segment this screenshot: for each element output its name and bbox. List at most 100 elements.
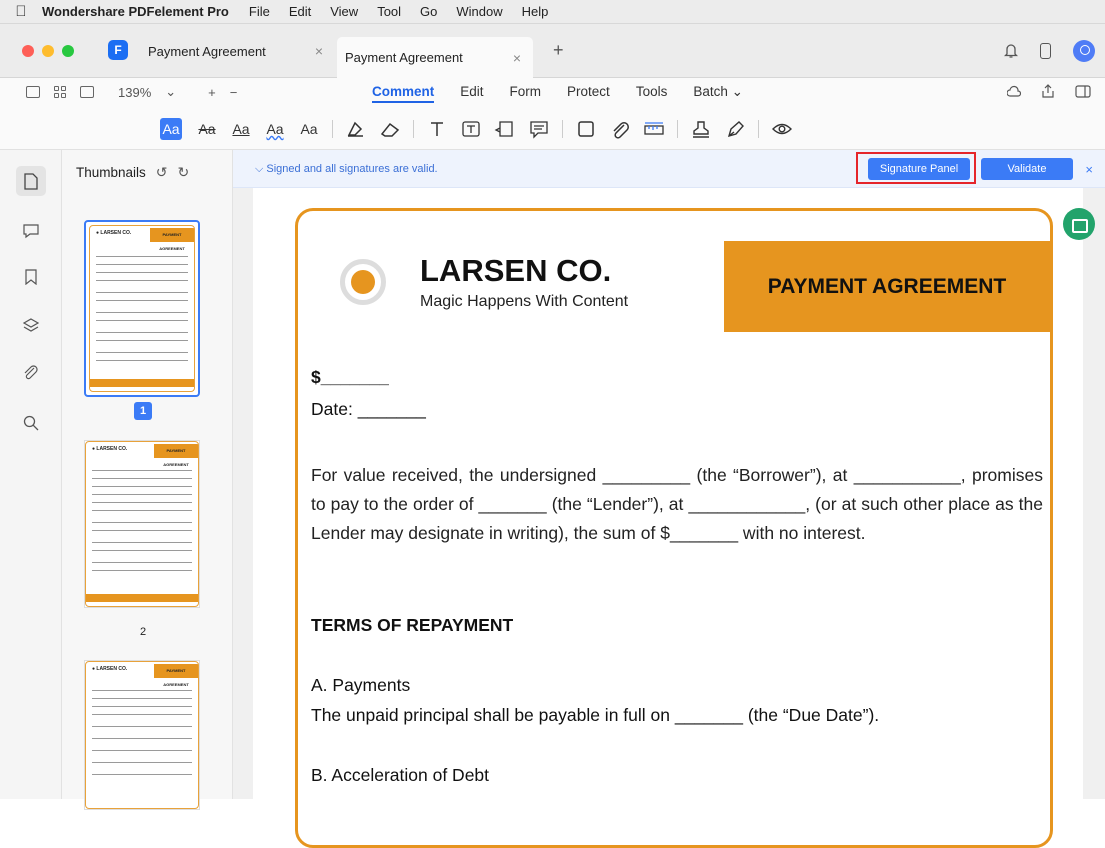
thumbnails-title: Thumbnails — [76, 165, 146, 180]
text-box-icon[interactable] — [420, 116, 454, 142]
page-number-1[interactable]: 1 — [134, 402, 152, 420]
text-field-icon[interactable] — [454, 116, 488, 142]
menu-help[interactable]: Help — [522, 4, 549, 19]
eye-icon[interactable] — [765, 116, 799, 142]
cloud-icon[interactable] — [1007, 85, 1021, 98]
grid-view-icon[interactable] — [54, 86, 66, 98]
company-logo-icon — [340, 259, 386, 305]
signature-status-message[interactable]: ⌵ Signed and all signatures are valid. — [255, 163, 438, 176]
close-tab-icon[interactable]: × — [513, 50, 521, 66]
tab-payment-agreement-2[interactable]: Payment Agreement × — [337, 37, 533, 78]
squiggly-tool[interactable]: Aa — [258, 116, 292, 142]
zoom-out-button[interactable]: − — [230, 85, 238, 100]
page-thumbnail-2[interactable]: ● LARSEN CO. PAYMENT AGREEMENT — [84, 440, 200, 608]
layers-icon[interactable] — [22, 316, 40, 334]
search-icon[interactable] — [22, 414, 40, 432]
tab-label: Payment Agreement — [345, 50, 463, 65]
left-icon-strip — [0, 150, 62, 799]
device-icon[interactable] — [1040, 43, 1051, 59]
menu-window[interactable]: Window — [456, 4, 502, 19]
agreement-paragraph: For value received, the undersigned ____… — [311, 465, 1043, 543]
tab-protect[interactable]: Protect — [567, 84, 610, 103]
tab-payment-agreement-1[interactable]: Payment Agreement × — [140, 37, 335, 65]
menu-tool[interactable]: Tool — [377, 4, 401, 19]
thumbnails-header: Thumbnails ↺ ↻ — [76, 164, 189, 181]
menu-view[interactable]: View — [330, 4, 358, 19]
pen-icon[interactable] — [718, 116, 752, 142]
rotate-right-icon[interactable]: ↻ — [178, 164, 190, 181]
right-panel-icon[interactable] — [1075, 84, 1091, 98]
measure-icon[interactable] — [637, 116, 671, 142]
rotate-left-icon[interactable]: ↺ — [156, 164, 168, 181]
toolbar-right-icons — [1007, 84, 1091, 98]
validate-button[interactable]: Validate — [981, 158, 1073, 180]
eraser-icon[interactable] — [373, 116, 407, 142]
date-line: Date: _______ — [311, 399, 426, 419]
main-tabs: Comment Edit Form Protect Tools Batch ⌄ — [372, 84, 743, 103]
pdfelement-logo-icon: F — [108, 40, 128, 60]
menu-go[interactable]: Go — [420, 4, 437, 19]
page-thumbnail-3[interactable]: ● LARSEN CO. PAYMENT AGREEMENT — [84, 660, 200, 810]
document-frame: LARSEN CO. Magic Happens With Content PA… — [295, 208, 1053, 848]
divider — [677, 120, 678, 138]
window-controls — [22, 45, 74, 57]
thumbnail-badge: PAYMENT AGREEMENT — [150, 228, 194, 251]
top-right-icons — [1004, 40, 1095, 62]
comments-panel-icon[interactable] — [22, 222, 40, 240]
apple-icon[interactable]:  — [0, 3, 42, 20]
close-window-button[interactable] — [22, 45, 34, 57]
thumbnails-panel-icon[interactable] — [16, 166, 46, 196]
tab-tools[interactable]: Tools — [636, 84, 668, 103]
zoom-level[interactable]: 139% — [118, 85, 151, 100]
app-name[interactable]: Wondershare PDFelement Pro — [42, 4, 229, 19]
thumbnails-panel: Thumbnails ↺ ↻ ● LARSEN CO. PAYMENT AGRE… — [62, 150, 233, 810]
company-name: LARSEN CO. — [420, 253, 612, 288]
comment-tools: Aa Aa Aa Aa Aa — [160, 116, 799, 142]
tab-comment[interactable]: Comment — [372, 84, 435, 103]
tab-form[interactable]: Form — [510, 84, 542, 103]
company-tagline: Magic Happens With Content — [420, 293, 629, 310]
highlight-text-tool[interactable]: Aa — [160, 118, 182, 140]
minimize-window-button[interactable] — [42, 45, 54, 57]
sidebar-toggle-icon[interactable] — [26, 86, 40, 98]
highlighter-icon[interactable] — [339, 116, 373, 142]
divider — [413, 120, 414, 138]
page-view-icon[interactable] — [80, 86, 94, 98]
payments-text: The unpaid principal shall be payable in… — [311, 705, 880, 725]
underline-tool[interactable]: Aa — [224, 116, 258, 142]
share-icon[interactable] — [1041, 84, 1055, 98]
zoom-window-button[interactable] — [62, 45, 74, 57]
zoom-dropdown-icon[interactable]: ⌄ — [165, 84, 176, 100]
tab-edit[interactable]: Edit — [460, 84, 483, 103]
signature-panel-highlight — [856, 152, 976, 184]
callout-icon[interactable] — [488, 116, 522, 142]
menu-edit[interactable]: Edit — [289, 4, 311, 19]
divider — [758, 120, 759, 138]
stamp-icon[interactable] — [684, 116, 718, 142]
strikethrough-label: Aa — [198, 121, 216, 137]
attachments-panel-icon[interactable] — [22, 364, 40, 382]
rectangle-icon[interactable] — [569, 116, 603, 142]
document-viewer[interactable]: LARSEN CO. Magic Happens With Content PA… — [233, 188, 1105, 848]
bookmark-icon[interactable] — [22, 268, 40, 286]
attachment-icon[interactable] — [603, 116, 637, 142]
page-thumbnail-1[interactable]: ● LARSEN CO. PAYMENT AGREEMENT — [84, 220, 200, 397]
note-icon[interactable] — [522, 116, 556, 142]
menu-file[interactable]: File — [249, 4, 270, 19]
page-number-2[interactable]: 2 — [134, 623, 152, 641]
zoom-in-button[interactable]: + — [208, 85, 216, 100]
edit-floating-button[interactable] — [1063, 208, 1095, 240]
agreement-title-badge: PAYMENT AGREEMENT — [724, 241, 1050, 332]
close-icon[interactable]: × — [1085, 162, 1093, 177]
menu-bar:  Wondershare PDFelement Pro File Edit V… — [0, 0, 1105, 24]
tab-batch[interactable]: Batch ⌄ — [693, 84, 743, 103]
squiggly-label: Aa — [266, 121, 284, 137]
new-tab-button[interactable]: + — [553, 40, 564, 61]
insert-text-tool[interactable]: Aa — [292, 116, 326, 142]
underline-label: Aa — [232, 121, 250, 137]
pdf-page[interactable]: LARSEN CO. Magic Happens With Content PA… — [253, 188, 1083, 848]
bell-icon[interactable] — [1004, 43, 1018, 59]
user-avatar-icon[interactable] — [1073, 40, 1095, 62]
strikethrough-tool[interactable]: Aa — [190, 116, 224, 142]
close-tab-icon[interactable]: × — [315, 43, 323, 59]
